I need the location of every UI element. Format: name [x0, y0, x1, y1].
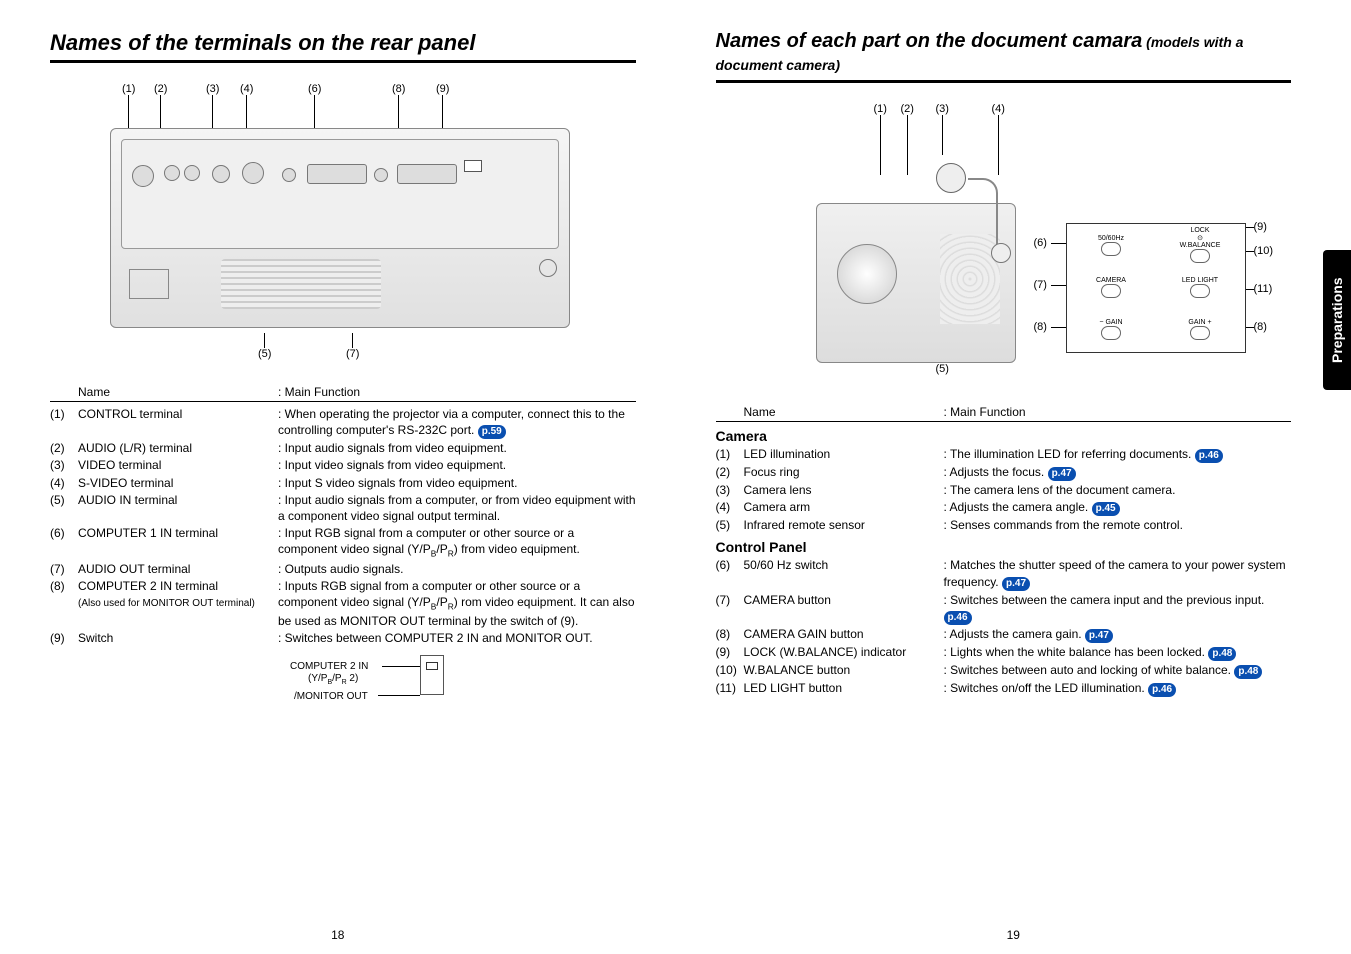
- page-ref[interactable]: p.45: [1092, 502, 1120, 516]
- table-row: (9)LOCK (W.BALANCE) indicator: Lights wh…: [716, 644, 1292, 661]
- table-row: (5)Infrared remote sensor: Senses comman…: [716, 517, 1292, 533]
- page-ref[interactable]: p.47: [1085, 629, 1113, 643]
- document-camera-diagram: (1) (2) (3) (4) (5) 50/60Hz LOCK⊙W.BALAN…: [716, 103, 1292, 383]
- callout-9: (9): [436, 83, 449, 95]
- callout-3: (3): [206, 83, 219, 95]
- page-ref[interactable]: p.47: [1048, 467, 1076, 481]
- table-row: (6)COMPUTER 1 IN terminal: Input RGB sig…: [50, 525, 636, 560]
- section-tab-preparations[interactable]: Preparations: [1323, 250, 1351, 390]
- panel-callout-8l: (8): [1034, 321, 1047, 333]
- cam-callout-5: (5): [936, 363, 949, 375]
- table-row: (10)W.BALANCE button: Switches between a…: [716, 662, 1292, 679]
- table-header-left: Name : Main Function: [50, 383, 636, 402]
- page-ref[interactable]: p.59: [478, 425, 506, 439]
- page-ref[interactable]: p.46: [944, 611, 972, 625]
- table-row: (7)AUDIO OUT terminal: Outputs audio sig…: [50, 561, 636, 577]
- cam-callout-3: (3): [936, 103, 949, 115]
- page-ref[interactable]: p.48: [1234, 665, 1262, 679]
- page-title-left: Names of the terminals on the rear panel: [50, 30, 636, 63]
- table-row: (8)COMPUTER 2 IN terminal(Also used for …: [50, 578, 636, 629]
- page-ref[interactable]: p.46: [1195, 449, 1223, 463]
- table-row: (4)Camera arm: Adjusts the camera angle.…: [716, 499, 1292, 516]
- table-row: (11)LED LIGHT button: Switches on/off th…: [716, 680, 1292, 697]
- callout-2: (2): [154, 83, 167, 95]
- page-number-right: 19: [676, 928, 1351, 942]
- table-row: (2)AUDIO (L/R) terminal: Input audio sig…: [50, 440, 636, 456]
- section-control-heading: Control Panel: [716, 539, 1292, 555]
- page-ref[interactable]: p.48: [1208, 647, 1236, 661]
- page-number-left: 18: [0, 928, 676, 942]
- panel-callout-8r: (8): [1254, 321, 1267, 333]
- table-row: (7)CAMERA button: Switches between the c…: [716, 592, 1292, 625]
- table-row: (4)S-VIDEO terminal: Input S video signa…: [50, 475, 636, 491]
- callout-5: (5): [258, 348, 271, 360]
- table-row: (5)AUDIO IN terminal: Input audio signal…: [50, 492, 636, 524]
- table-row: (6)50/60 Hz switch: Matches the shutter …: [716, 557, 1292, 590]
- table-row: (1)CONTROL terminal: When operating the …: [50, 406, 636, 439]
- table-row: (2)Focus ring: Adjusts the focus. p.47: [716, 464, 1292, 481]
- switch-detail-diagram: COMPUTER 2 IN (Y/PB/PR 2) /MONITOR OUT: [250, 655, 636, 715]
- page-ref[interactable]: p.47: [1002, 577, 1030, 591]
- table-row: (8)CAMERA GAIN button: Adjusts the camer…: [716, 626, 1292, 643]
- section-camera-heading: Camera: [716, 428, 1292, 444]
- panel-callout-9: (9): [1254, 221, 1267, 233]
- page-ref[interactable]: p.46: [1148, 683, 1176, 697]
- cam-callout-1: (1): [874, 103, 887, 115]
- cam-callout-2: (2): [901, 103, 914, 115]
- panel-callout-10: (10): [1254, 245, 1274, 257]
- panel-callout-11: (11): [1254, 283, 1273, 295]
- page-title-right: Names of each part on the document camar…: [716, 30, 1292, 83]
- callout-6: (6): [308, 83, 321, 95]
- cam-callout-4: (4): [992, 103, 1005, 115]
- panel-callout-7: (7): [1034, 279, 1047, 291]
- table-row: (1)LED illumination: The illumination LE…: [716, 446, 1292, 463]
- table-header-right: Name : Main Function: [716, 403, 1292, 422]
- rear-panel-diagram: (1) (2) (3) (4) (6) (8) (9): [50, 83, 636, 363]
- panel-callout-6: (6): [1034, 237, 1047, 249]
- table-row: (9)Switch: Switches between COMPUTER 2 I…: [50, 630, 636, 646]
- table-row: (3)Camera lens: The camera lens of the d…: [716, 482, 1292, 498]
- callout-4: (4): [240, 83, 253, 95]
- callout-1: (1): [122, 83, 135, 95]
- table-row: (3)VIDEO terminal: Input video signals f…: [50, 457, 636, 473]
- callout-8: (8): [392, 83, 405, 95]
- callout-7: (7): [346, 348, 359, 360]
